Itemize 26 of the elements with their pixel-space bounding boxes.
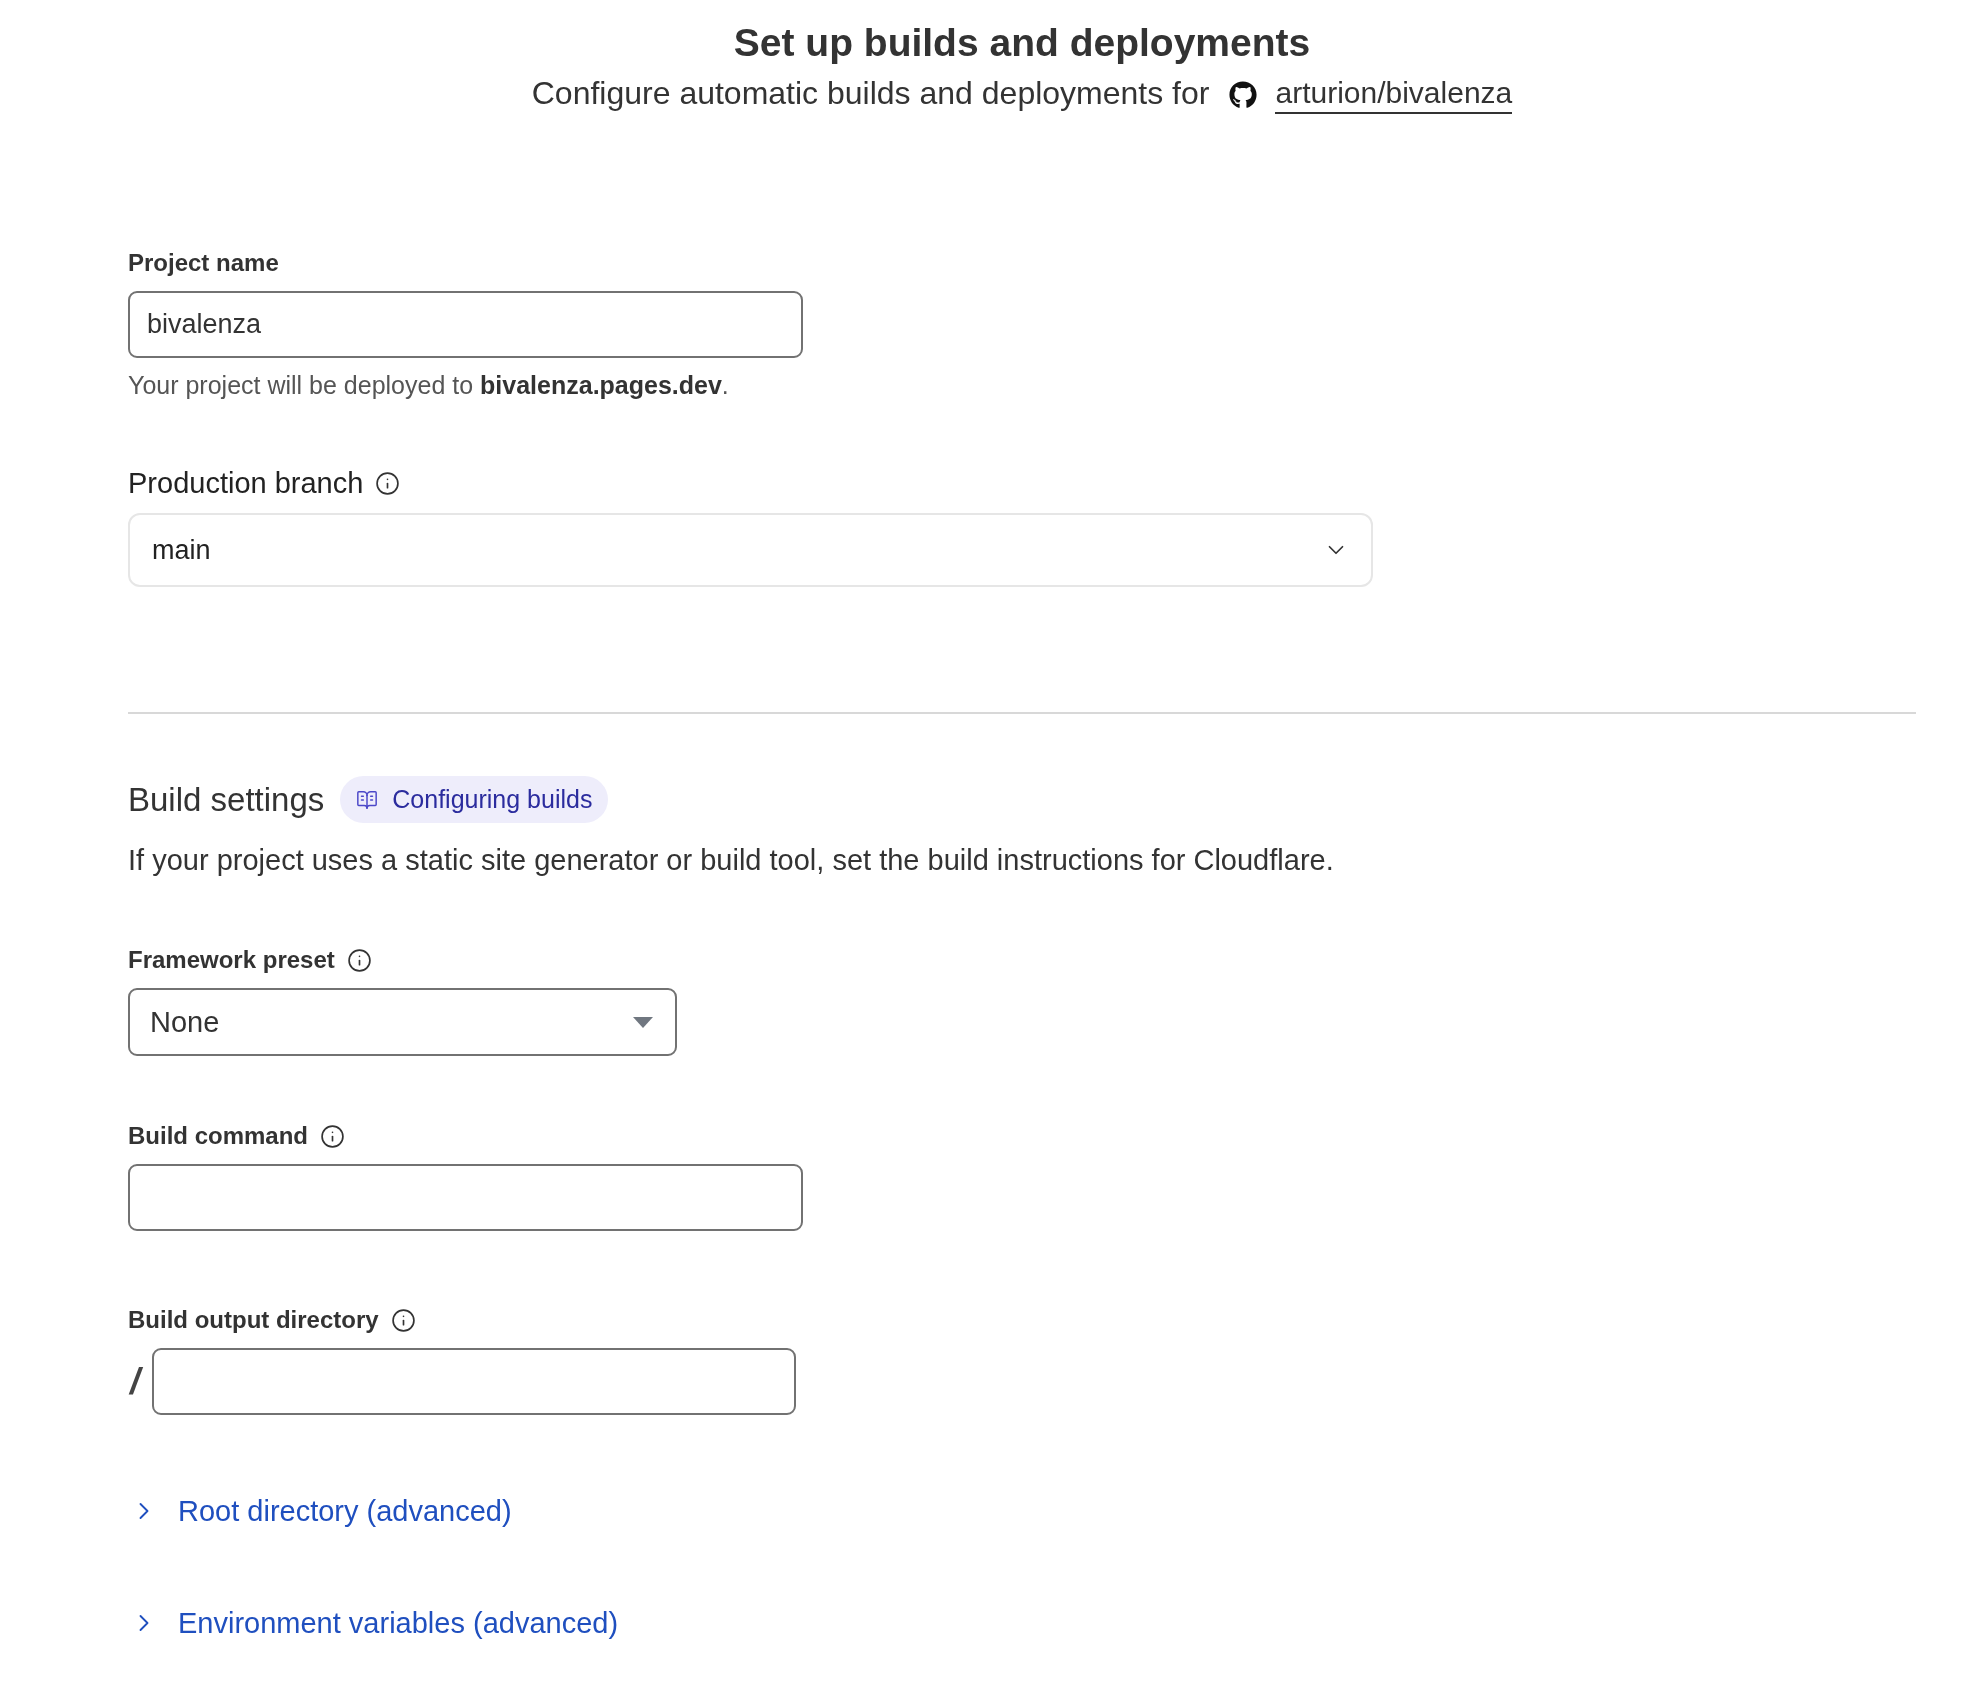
info-icon[interactable] [320,1123,345,1149]
repo-link[interactable]: arturion/bivalenza [1275,76,1513,114]
text-input[interactable] [128,1164,803,1231]
info-icon[interactable] [375,470,401,496]
page-subtitle: Configure automatic builds and deployments for [531,74,1210,112]
field-label: Framework preset [128,945,335,975]
page-title: Set up builds and deployments [733,20,1311,66]
github-icon [1229,81,1258,109]
text-input[interactable] [152,1348,796,1415]
deploy-hint: Your project will be deployed to bivalenza.pages.dev. [128,370,730,400]
branch-select[interactable]: main [128,513,1373,587]
section-title: Build settings [128,779,325,820]
framework-preset-select[interactable]: None [128,988,677,1056]
advanced-toggle[interactable]: Environment variables (advanced) [128,1605,619,1641]
section-description: If your project uses a static site generator or build tool, set the build instructions for Cloudflare. [128,843,1335,877]
project-name-input[interactable]: bivalenza [128,291,803,358]
field-label: Project name [128,248,279,278]
docs-link[interactable]: Configuring builds [340,776,609,823]
field-label: Production branch [128,466,364,500]
book-icon [356,788,379,811]
field-label: Build command [128,1121,308,1151]
caret-icon [633,1016,653,1028]
info-icon[interactable] [390,1307,416,1333]
field-label: Build output directory [128,1305,379,1335]
info-icon[interactable] [346,947,372,973]
advanced-toggle[interactable]: Root directory (advanced) [128,1493,512,1529]
